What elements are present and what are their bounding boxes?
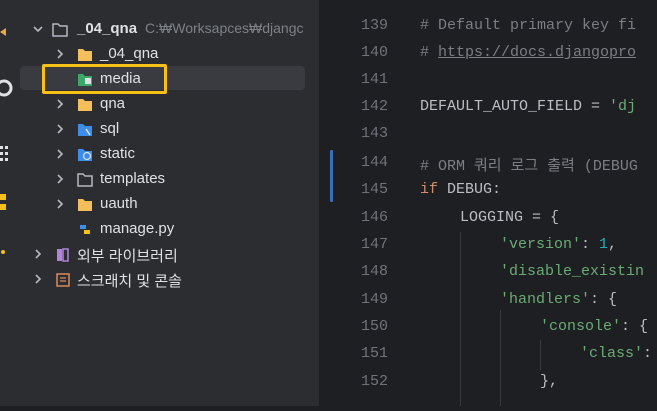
folder-outline-icon bbox=[77, 173, 93, 187]
annotation-highlight-box bbox=[42, 64, 167, 94]
tree-item-label: templates bbox=[100, 170, 166, 187]
code-keyword: if bbox=[420, 181, 448, 198]
code-punct: , bbox=[608, 236, 618, 253]
tool-window-icons[interactable] bbox=[0, 0, 20, 406]
line-number: 150 bbox=[360, 318, 388, 335]
code-line-147: 'version': 1, bbox=[500, 236, 617, 253]
code-string: 'version' bbox=[500, 236, 582, 253]
python-file-icon bbox=[80, 225, 90, 234]
library-icon bbox=[57, 248, 69, 262]
folder-icon bbox=[52, 23, 68, 37]
chevron-right-icon[interactable] bbox=[54, 123, 66, 135]
activity-bar bbox=[0, 0, 20, 406]
tree-item-manage-py[interactable]: manage.py bbox=[20, 217, 320, 242]
line-number-gutter: 139 140 141 142 143 144 145 146 147 148 … bbox=[320, 0, 408, 406]
code-punct: : { bbox=[590, 291, 618, 308]
code-identifier: DEFAULT_AUTO_FIELD = bbox=[420, 98, 610, 115]
tree-item-templates[interactable]: templates bbox=[20, 167, 320, 192]
indent-guide bbox=[500, 310, 501, 406]
bookmarks-icon bbox=[0, 194, 6, 210]
sql-folder-icon bbox=[78, 124, 92, 136]
code-line-145: if DEBUG: bbox=[420, 181, 501, 198]
code-punct: : { bbox=[621, 318, 649, 335]
line-number: 147 bbox=[360, 236, 388, 253]
code-line-148: 'disable_existin bbox=[500, 263, 645, 280]
chevron-right-icon[interactable] bbox=[32, 273, 44, 285]
line-number: 149 bbox=[360, 291, 388, 308]
line-number: 146 bbox=[360, 209, 388, 226]
tree-item-label: 외부 라이브러리 bbox=[77, 248, 178, 265]
tree-item-qna[interactable]: qna bbox=[20, 92, 320, 117]
commit-icon bbox=[0, 28, 6, 36]
line-number: 145 bbox=[360, 181, 388, 198]
code-line-150: 'console': { bbox=[540, 318, 648, 335]
line-number: 151 bbox=[360, 345, 388, 362]
code-number: 1 bbox=[599, 236, 609, 253]
code-string: 'class' bbox=[580, 345, 644, 362]
more-icon bbox=[1, 250, 5, 254]
code-string: 'handlers' bbox=[500, 291, 591, 308]
chevron-right-icon[interactable] bbox=[54, 48, 66, 60]
chevron-down-icon[interactable] bbox=[32, 23, 44, 35]
code-identifier: DEBUG: bbox=[447, 181, 502, 198]
comment-prefix: # bbox=[420, 44, 439, 61]
code-line-139: # Default primary key fi bbox=[420, 17, 637, 34]
chevron-right-icon[interactable] bbox=[32, 248, 44, 260]
code-editor[interactable]: # Default primary key fi # https://docs.… bbox=[408, 0, 657, 406]
project-tree: _04_qna C:₩Worksapces₩djangc _04_qna medi… bbox=[20, 0, 320, 406]
line-number: 148 bbox=[360, 263, 388, 280]
code-line-152: }, bbox=[540, 373, 559, 390]
chevron-right-icon[interactable] bbox=[54, 173, 66, 185]
tree-item-scratches[interactable]: 스크래치 및 콘솔 bbox=[20, 267, 320, 292]
code-line-142: DEFAULT_AUTO_FIELD = 'dj bbox=[420, 98, 636, 115]
docs-link[interactable]: https://docs.djangopro bbox=[438, 44, 636, 61]
web-folder-icon bbox=[78, 149, 92, 161]
chevron-right-icon[interactable] bbox=[54, 198, 66, 210]
line-number: 139 bbox=[360, 17, 388, 34]
change-marker[interactable] bbox=[330, 150, 333, 202]
code-string: 'dj bbox=[609, 98, 637, 115]
tree-item-label: uauth bbox=[100, 195, 138, 212]
tree-item-static[interactable]: static bbox=[20, 142, 320, 167]
indent-guide bbox=[540, 340, 541, 370]
tree-item-label: _04_qna bbox=[100, 45, 159, 62]
pull-requests-icon bbox=[0, 79, 13, 97]
scratches-icon bbox=[56, 273, 70, 287]
tree-item-external-libraries[interactable]: 외부 라이브러리 bbox=[20, 242, 320, 267]
tree-root-path: C:₩Worksapces₩djangc bbox=[145, 20, 304, 36]
folder-icon bbox=[78, 49, 92, 61]
tree-item-label: static bbox=[100, 145, 136, 162]
line-number: 141 bbox=[360, 71, 388, 88]
tree-root-label: _04_qna C:₩Worksapces₩djangc bbox=[77, 20, 304, 37]
code-punct: : bbox=[643, 345, 653, 362]
folder-icon bbox=[78, 99, 92, 111]
tree-item-label: manage.py bbox=[100, 220, 175, 237]
chevron-right-icon[interactable] bbox=[54, 98, 66, 110]
line-number: 144 bbox=[360, 154, 388, 171]
line-number: 152 bbox=[360, 373, 388, 390]
code-line-151: 'class': bbox=[580, 345, 652, 362]
line-number: 142 bbox=[360, 98, 388, 115]
code-line-144: # ORM 쿼리 로그 출력 (DEBUG bbox=[420, 158, 638, 175]
line-number: 143 bbox=[360, 125, 388, 142]
tree-item-label: sql bbox=[100, 120, 120, 137]
tree-item-label: qna bbox=[100, 95, 126, 112]
line-number: 140 bbox=[360, 44, 388, 61]
chevron-right-icon[interactable] bbox=[54, 148, 66, 160]
tree-item-uauth[interactable]: uauth bbox=[20, 192, 320, 217]
code-punct: : bbox=[581, 236, 600, 253]
folder-icon bbox=[78, 199, 92, 211]
code-line-149: 'handlers': { bbox=[500, 291, 617, 308]
tree-item-sql[interactable]: sql bbox=[20, 117, 320, 142]
indent-guide bbox=[460, 232, 461, 406]
code-line-146: LOGGING = { bbox=[460, 209, 560, 226]
tree-item-label: 스크래치 및 콘솔 bbox=[77, 273, 182, 290]
tree-root-row[interactable]: _04_qna C:₩Worksapces₩djangc bbox=[20, 17, 320, 42]
structure-icon bbox=[0, 146, 8, 161]
code-line-140: # https://docs.djangopro bbox=[420, 44, 636, 61]
code-string: 'console' bbox=[540, 318, 622, 335]
